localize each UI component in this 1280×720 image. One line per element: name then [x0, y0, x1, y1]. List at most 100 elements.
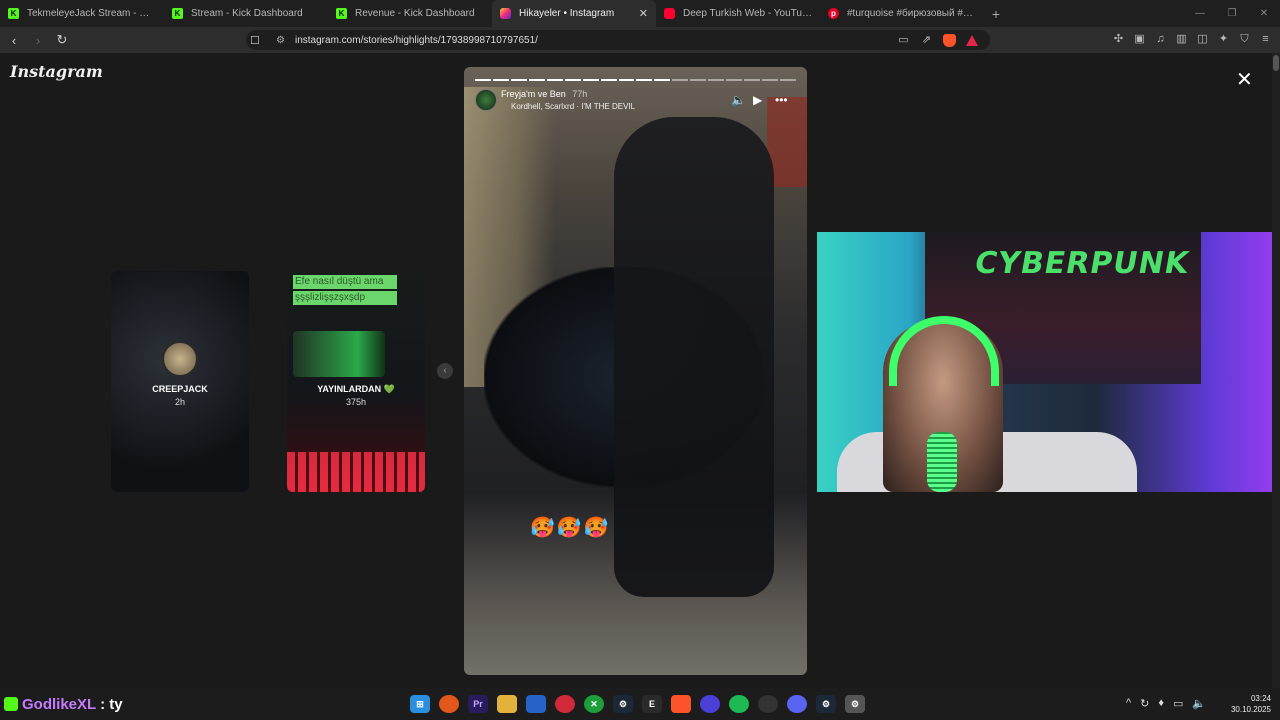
progress-segment: [636, 79, 653, 81]
steam-icon[interactable]: ⚙: [816, 695, 836, 713]
menu-icon[interactable]: ≡: [1259, 33, 1272, 45]
chrome-icon[interactable]: [758, 695, 778, 713]
preview-caption: şşşlizlişşzşxşdp: [293, 291, 397, 305]
vpn-icon[interactable]: ⛉: [1238, 33, 1251, 45]
tab-label: TekmeleyeJack Stream - Watch Live o: [27, 8, 156, 19]
story-preview-card[interactable]: CREEPJACK 2h: [111, 271, 249, 492]
discord-icon[interactable]: [787, 695, 807, 713]
chevron-up-icon[interactable]: ^: [1126, 697, 1131, 710]
forward-icon[interactable]: ›: [28, 33, 48, 48]
progress-segment: [744, 79, 760, 81]
screenshot-icon[interactable]: ▣: [1133, 33, 1146, 45]
address-bar[interactable]: ☐ ⚙ instagram.com/stories/highlights/179…: [246, 30, 990, 50]
brave-rewards-icon[interactable]: [966, 34, 978, 46]
microphone-icon[interactable]: ♦: [1158, 697, 1164, 710]
minimize-icon[interactable]: —: [1184, 0, 1216, 27]
firefox-icon[interactable]: [439, 695, 459, 713]
play-icon[interactable]: ▶: [753, 93, 762, 107]
extension-bar: ✣ ▣ ♫ ▥ ◫ ✦ ⛉ ≡: [1112, 33, 1272, 45]
site-settings-icon[interactable]: ⚙: [276, 35, 285, 46]
taskbar-apps: ⊞ Pr ✕ ⚙ E ⚙ ⚙: [410, 695, 865, 713]
instagram-logo[interactable]: Instagram: [10, 62, 103, 81]
browser-tab-strip: K TekmeleyeJack Stream - Watch Live o K …: [0, 0, 1280, 27]
epic-games-icon[interactable]: E: [642, 695, 662, 713]
tab-kick-dashboard[interactable]: K Stream - Kick Dashboard: [164, 0, 328, 27]
tab-kick-watch[interactable]: K TekmeleyeJack Stream - Watch Live o: [0, 0, 164, 27]
progress-segment: [475, 79, 491, 81]
windows-start-icon[interactable]: ⊞: [410, 695, 430, 713]
settings-icon[interactable]: ⚙: [845, 695, 865, 713]
story-preview-card[interactable]: Efe nasıl düştü ama şşşlizlişşzşxşdp YAY…: [287, 271, 425, 492]
obs-icon[interactable]: [700, 695, 720, 713]
xbox-icon[interactable]: ✕: [584, 695, 604, 713]
reload-icon[interactable]: ↻: [52, 32, 72, 48]
tab-label: #turquoise #бирюзовый #aesthetic: [847, 8, 976, 19]
scrollbar-thumb[interactable]: [1273, 55, 1279, 71]
premiere-icon[interactable]: Pr: [468, 695, 488, 713]
display-icon[interactable]: ▭: [1173, 697, 1183, 710]
instagram-stories-page: Instagram ✕ CREEPJACK 2h Efe nasıl düştü…: [0, 53, 1280, 688]
progress-segment: [654, 79, 671, 81]
story-time: 77h: [572, 89, 588, 99]
cast-icon[interactable]: ▭: [897, 34, 910, 46]
close-window-icon[interactable]: ✕: [1248, 0, 1280, 27]
progress-segment: [564, 79, 581, 81]
progress-segment: [672, 79, 689, 81]
steam-icon[interactable]: ⚙: [613, 695, 633, 713]
extensions-icon[interactable]: ✣: [1112, 33, 1125, 45]
new-tab-button[interactable]: +: [984, 6, 1008, 22]
story-preview-name: YAYINLARDAN 💚: [317, 384, 395, 394]
sidebar-icon[interactable]: ▥: [1175, 33, 1188, 45]
tab-instagram-stories[interactable]: Hikayeler • Instagram ✕: [492, 0, 656, 27]
chat-separator: :: [95, 696, 110, 713]
chat-overlay: GodlikeXL : ty: [4, 696, 123, 713]
bookmark-icon[interactable]: ☐: [250, 34, 260, 47]
poster-text: CYBERPUNK: [971, 246, 1192, 281]
story-user-label[interactable]: Freyja'm ve Ben: [501, 89, 566, 99]
mute-icon[interactable]: 🔈: [731, 93, 746, 107]
sync-icon[interactable]: ↻: [1140, 697, 1149, 710]
share-icon[interactable]: ⇗: [920, 34, 933, 46]
tab-youtube[interactable]: Deep Turkish Web - YouTube: [656, 0, 820, 27]
progress-segment: [528, 79, 545, 81]
tab-close-icon[interactable]: ✕: [639, 7, 648, 20]
clock-time: 03:24: [1250, 694, 1271, 703]
avatar[interactable]: [475, 89, 497, 111]
tab-kick-revenue[interactable]: K Revenue - Kick Dashboard: [328, 0, 492, 27]
page-scrollbar[interactable]: [1272, 53, 1280, 688]
previous-story-button[interactable]: ‹: [437, 363, 453, 379]
story-music[interactable]: Kordhell, Scarlxrd · I'M THE DEVIL: [511, 102, 635, 111]
tab-pinterest[interactable]: p #turquoise #бирюзовый #aesthetic: [820, 0, 984, 27]
remote-desktop-icon[interactable]: [526, 695, 546, 713]
wallet-icon[interactable]: ◫: [1196, 33, 1209, 45]
windows-taskbar: GodlikeXL : ty ⊞ Pr ✕ ⚙ E ⚙ ⚙ ^ ↻ ♦ ▭ 🔈 …: [0, 688, 1280, 720]
story-username[interactable]: Freyja'm ve Ben 77h: [501, 89, 587, 99]
progress-segment: [600, 79, 617, 81]
progress-segment: [510, 79, 527, 81]
leo-ai-icon[interactable]: ✦: [1217, 33, 1230, 45]
progress-segment: [546, 79, 563, 81]
story-viewer[interactable]: Freyja'm ve Ben 77h Kordhell, Scarlxrd ·…: [464, 67, 807, 675]
back-icon[interactable]: ‹: [4, 33, 24, 48]
url-text[interactable]: instagram.com/stories/highlights/1793899…: [295, 35, 538, 46]
close-stories-button[interactable]: ✕: [1236, 67, 1253, 92]
pinterest-icon: p: [828, 8, 839, 19]
file-explorer-icon[interactable]: [497, 695, 517, 713]
media-icon[interactable]: ♫: [1154, 33, 1167, 45]
brave-icon[interactable]: [671, 695, 691, 713]
progress-segment: [779, 79, 796, 81]
volume-icon[interactable]: 🔈: [1192, 697, 1206, 710]
system-clock[interactable]: 03:24 30.10.2025: [1227, 693, 1271, 715]
avatar: [162, 341, 198, 377]
spotify-icon[interactable]: [729, 695, 749, 713]
clock-date: 30.10.2025: [1230, 705, 1271, 714]
window-controls: — ❐ ✕: [1184, 0, 1280, 27]
chat-username: GodlikeXL: [22, 696, 96, 713]
app-red-icon[interactable]: [555, 695, 575, 713]
restore-icon[interactable]: ❐: [1216, 0, 1248, 27]
more-options-icon[interactable]: •••: [775, 93, 788, 107]
brave-shields-icon[interactable]: [943, 33, 956, 47]
tab-label: Stream - Kick Dashboard: [191, 8, 303, 19]
kick-icon: K: [8, 8, 19, 19]
preview-scene-image: [293, 331, 385, 377]
